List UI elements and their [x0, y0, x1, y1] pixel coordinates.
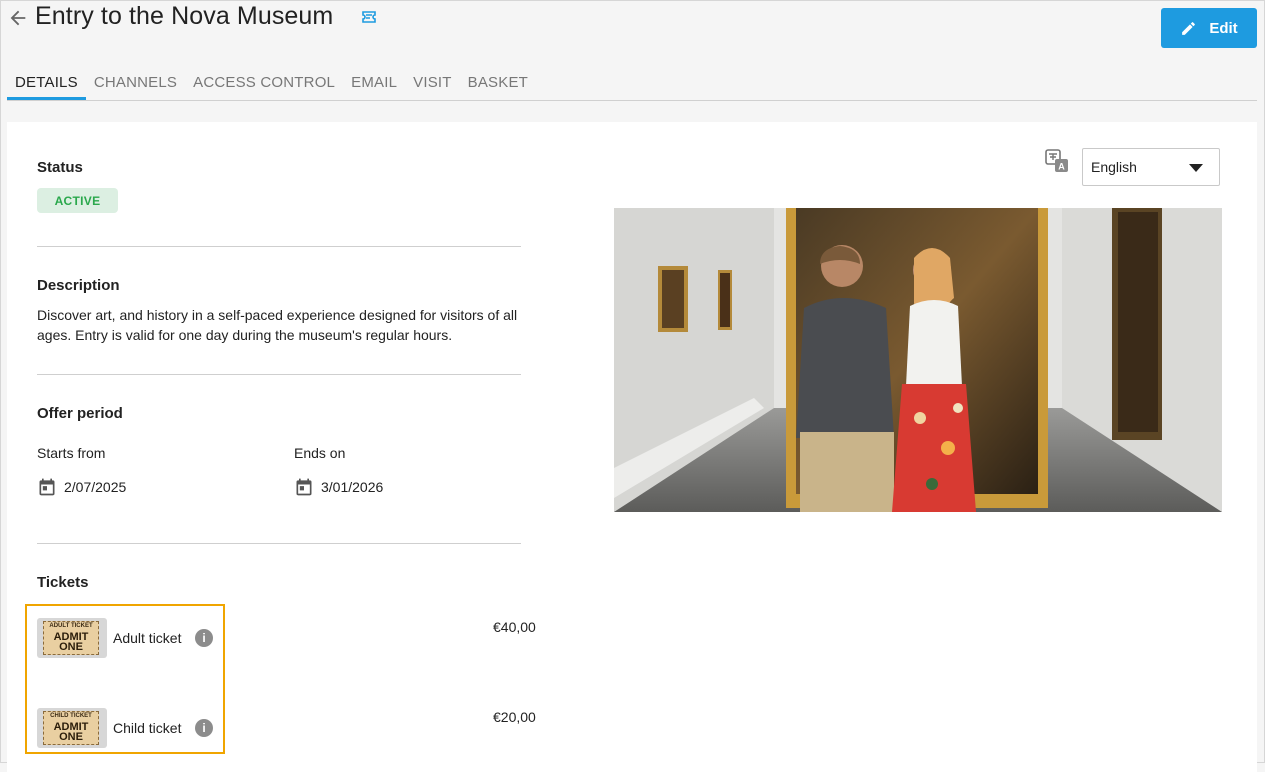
tab-bar: DETAILS CHANNELS ACCESS CONTROL EMAIL VI…	[7, 67, 1257, 101]
caret-down-icon	[1189, 164, 1203, 172]
tab-access-control[interactable]: ACCESS CONTROL	[185, 67, 343, 99]
language-select-value: English	[1091, 159, 1137, 175]
tab-channels[interactable]: CHANNELS	[86, 67, 185, 99]
divider	[37, 246, 521, 247]
ticket-name: Adult ticket	[113, 630, 182, 646]
end-date-value: 3/01/2026	[321, 479, 384, 495]
details-card: Status ACTIVE Description Discover art, …	[7, 122, 1257, 772]
calendar-icon	[39, 478, 55, 496]
end-date: 3/01/2026	[294, 477, 383, 497]
tab-visit[interactable]: VISIT	[405, 67, 460, 99]
tickets-label: Tickets	[37, 574, 89, 591]
info-icon[interactable]: i	[195, 629, 213, 647]
divider	[37, 374, 521, 375]
ends-on-label: Ends on	[294, 445, 346, 461]
pencil-icon	[1182, 21, 1196, 35]
tab-details[interactable]: DETAILS	[7, 67, 86, 100]
ticket-item-adult[interactable]: ADULT TICKET ADMIT ONE Adult ticket i	[37, 618, 213, 658]
start-date-value: 2/07/2025	[64, 479, 127, 495]
info-icon[interactable]: i	[195, 719, 213, 737]
ticket-thumbnail: CHILD TICKET ADMIT ONE	[37, 708, 107, 748]
edit-button[interactable]: Edit	[1161, 8, 1257, 48]
offer-period-label: Offer period	[37, 405, 123, 422]
description-label: Description	[37, 277, 120, 294]
starts-from-label: Starts from	[37, 445, 106, 461]
start-date: 2/07/2025	[37, 477, 126, 497]
svg-text:A: A	[1058, 162, 1065, 172]
tickets-highlight: ADULT TICKET ADMIT ONE Adult ticket i CHI…	[25, 604, 225, 754]
ticket-thumbnail: ADULT TICKET ADMIT ONE	[37, 618, 107, 658]
description-text: Discover art, and history in a self-pace…	[37, 307, 518, 343]
edit-button-label: Edit	[1209, 19, 1238, 37]
status-label: Status	[37, 159, 83, 176]
back-arrow-icon[interactable]	[7, 7, 29, 29]
ticket-item-child[interactable]: CHILD TICKET ADMIT ONE Child ticket i	[37, 708, 213, 748]
page-title: Entry to the Nova Museum	[35, 2, 334, 30]
tab-basket[interactable]: BASKET	[460, 67, 536, 99]
ticket-price-child: €20,00	[493, 709, 536, 725]
translate-icon[interactable]: A	[1045, 149, 1069, 173]
divider	[37, 543, 521, 544]
offer-image	[614, 208, 1222, 512]
tab-email[interactable]: EMAIL	[343, 67, 405, 99]
ticket-name: Child ticket	[113, 720, 182, 736]
language-select[interactable]: English	[1082, 148, 1220, 186]
ticket-price-adult: €40,00	[493, 619, 536, 635]
ticket-type-icon	[361, 9, 377, 25]
status-badge: ACTIVE	[37, 188, 118, 213]
calendar-icon	[296, 478, 312, 496]
